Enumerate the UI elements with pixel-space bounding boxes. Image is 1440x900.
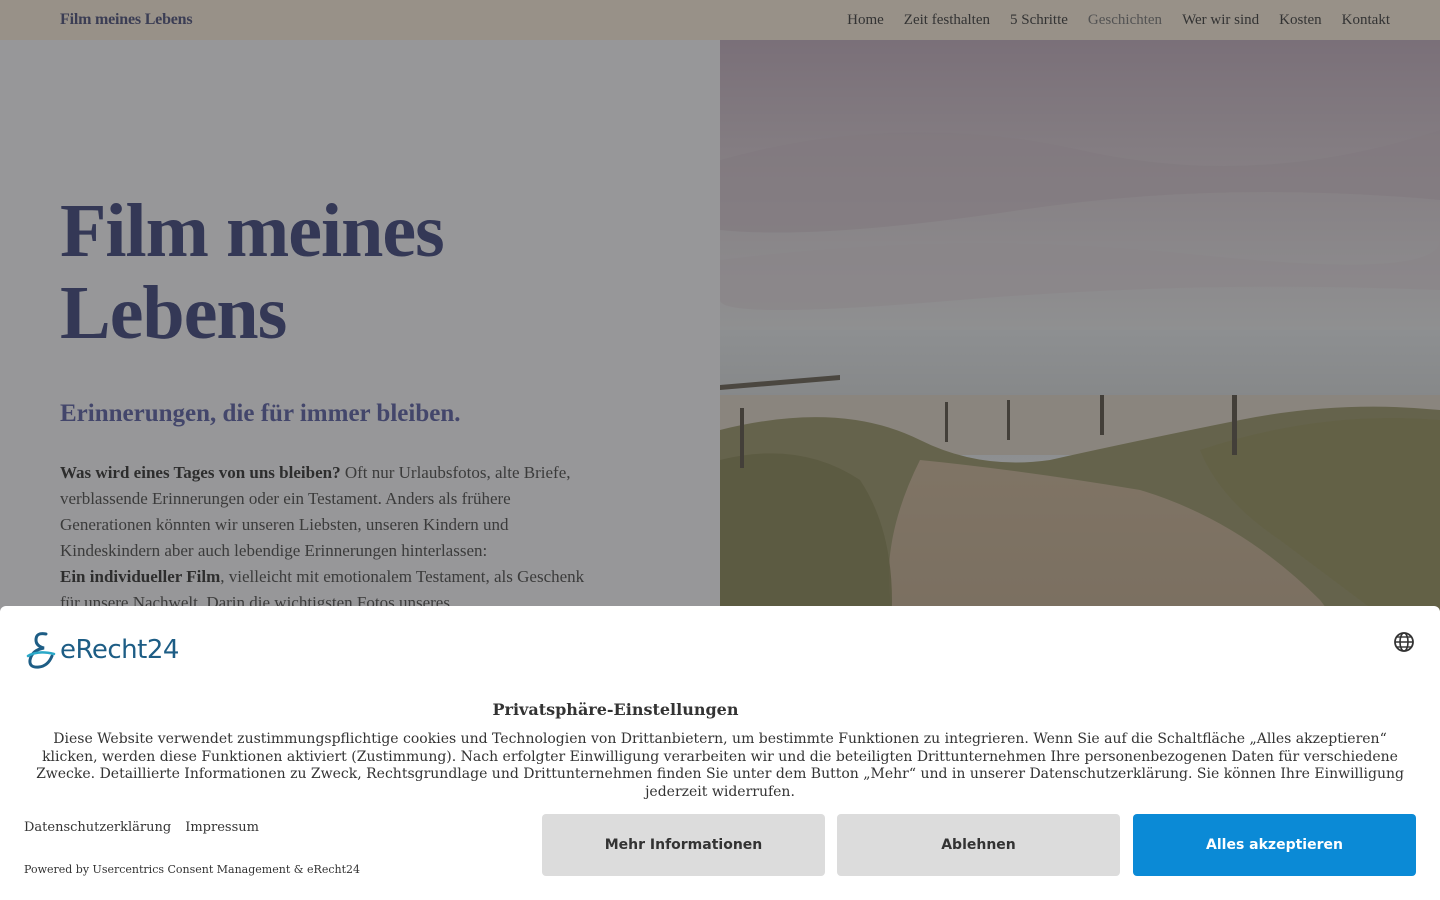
more-information-button[interactable]: Mehr Informationen (542, 814, 825, 876)
consent-links: Datenschutzerklärung Impressum (24, 820, 259, 835)
consent-title: Privatsphäre-Einstellungen (492, 700, 739, 719)
erecht24-logo-text: eRecht24 (60, 635, 179, 665)
accept-all-button[interactable]: Alles akzeptieren (1133, 814, 1416, 876)
language-globe-icon[interactable] (1393, 631, 1415, 653)
powered-by-text: Powered by Usercentrics Consent Manageme… (24, 863, 360, 876)
erecht24-logo: eRecht24 (24, 630, 179, 670)
consent-description: Diese Website verwendet zustimmungspflic… (36, 731, 1404, 800)
imprint-link[interactable]: Impressum (185, 820, 259, 835)
deny-button[interactable]: Ablehnen (837, 814, 1120, 876)
erecht24-ampersand-icon (26, 632, 56, 669)
privacy-policy-link[interactable]: Datenschutzerklärung (24, 820, 171, 835)
